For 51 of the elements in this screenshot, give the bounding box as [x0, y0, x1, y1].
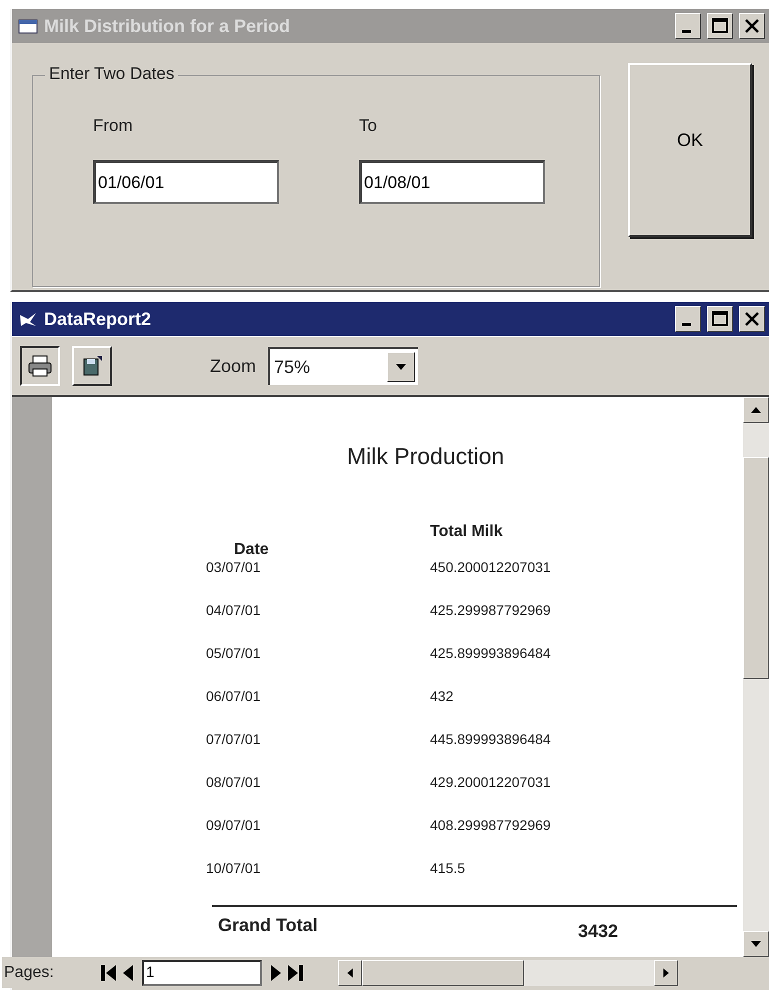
close-button[interactable]	[739, 306, 765, 332]
close-button[interactable]	[739, 13, 765, 39]
minimize-button[interactable]	[675, 13, 701, 39]
table-cell-text: 06/07/01	[206, 688, 262, 706]
table-cell-text: 450.200012207031	[430, 559, 551, 577]
printer-icon	[27, 354, 53, 378]
table-cell-text: 09/07/01	[206, 817, 262, 835]
disk-icon	[81, 355, 103, 377]
table-cell-text: 432	[430, 688, 454, 706]
zoom-dropdown[interactable]: 75%	[268, 347, 418, 385]
column-header: Date	[233, 541, 270, 559]
scroll-thumb[interactable]	[743, 457, 769, 679]
ok-button[interactable]: OK	[628, 63, 752, 237]
pages-label: Pages:	[3, 964, 55, 982]
minimize-button[interactable]	[675, 306, 701, 332]
table-cell-text: 08/07/01	[206, 774, 262, 792]
table-cell-text: 425.299987792969	[430, 602, 551, 620]
field-label: To	[359, 116, 378, 136]
total-value: 3432	[578, 920, 618, 942]
table-cell-text: 445.899993896484	[430, 731, 551, 749]
page-field[interactable]: 1	[142, 960, 262, 986]
scroll-right-button[interactable]	[654, 960, 678, 986]
table-cell-text: 408.299987792969	[430, 817, 551, 835]
table-cell-text: 425.899993896484	[430, 645, 551, 663]
scroll-down-button[interactable]	[743, 931, 769, 957]
scroll-left-button[interactable]	[338, 960, 362, 986]
zoom-label: Zoom	[210, 356, 256, 376]
window-icon	[18, 17, 38, 35]
table-cell-text: 429.200012207031	[430, 774, 551, 792]
table-cell-text: 10/07/01	[206, 860, 262, 878]
date-field[interactable]: 01/06/01	[93, 160, 279, 204]
export-button[interactable]	[72, 346, 112, 386]
table-cell-text: 415.5	[430, 860, 466, 878]
report-title: Milk Production	[347, 443, 506, 471]
caret-icon	[387, 352, 416, 382]
maximize-button[interactable]	[707, 306, 733, 332]
window-title: DataReport2	[44, 308, 152, 330]
table-cell-text: 04/07/01	[206, 602, 262, 620]
field-label: From	[93, 116, 134, 136]
report-icon	[18, 310, 38, 328]
date-field[interactable]: 01/08/01	[359, 160, 545, 204]
window-title: Milk Distribution for a Period	[44, 16, 292, 36]
print-button[interactable]	[20, 346, 60, 386]
table-cell-text: 03/07/01	[206, 559, 262, 577]
total-label: Grand Total	[217, 915, 319, 937]
column-header: Total Milk	[430, 523, 503, 542]
maximize-button[interactable]	[707, 13, 733, 39]
table-cell-text: 07/07/01	[206, 731, 262, 749]
scroll-up-button[interactable]	[743, 397, 769, 423]
scroll-thumb[interactable]	[362, 960, 524, 986]
table-cell-text: 05/07/01	[206, 645, 262, 663]
